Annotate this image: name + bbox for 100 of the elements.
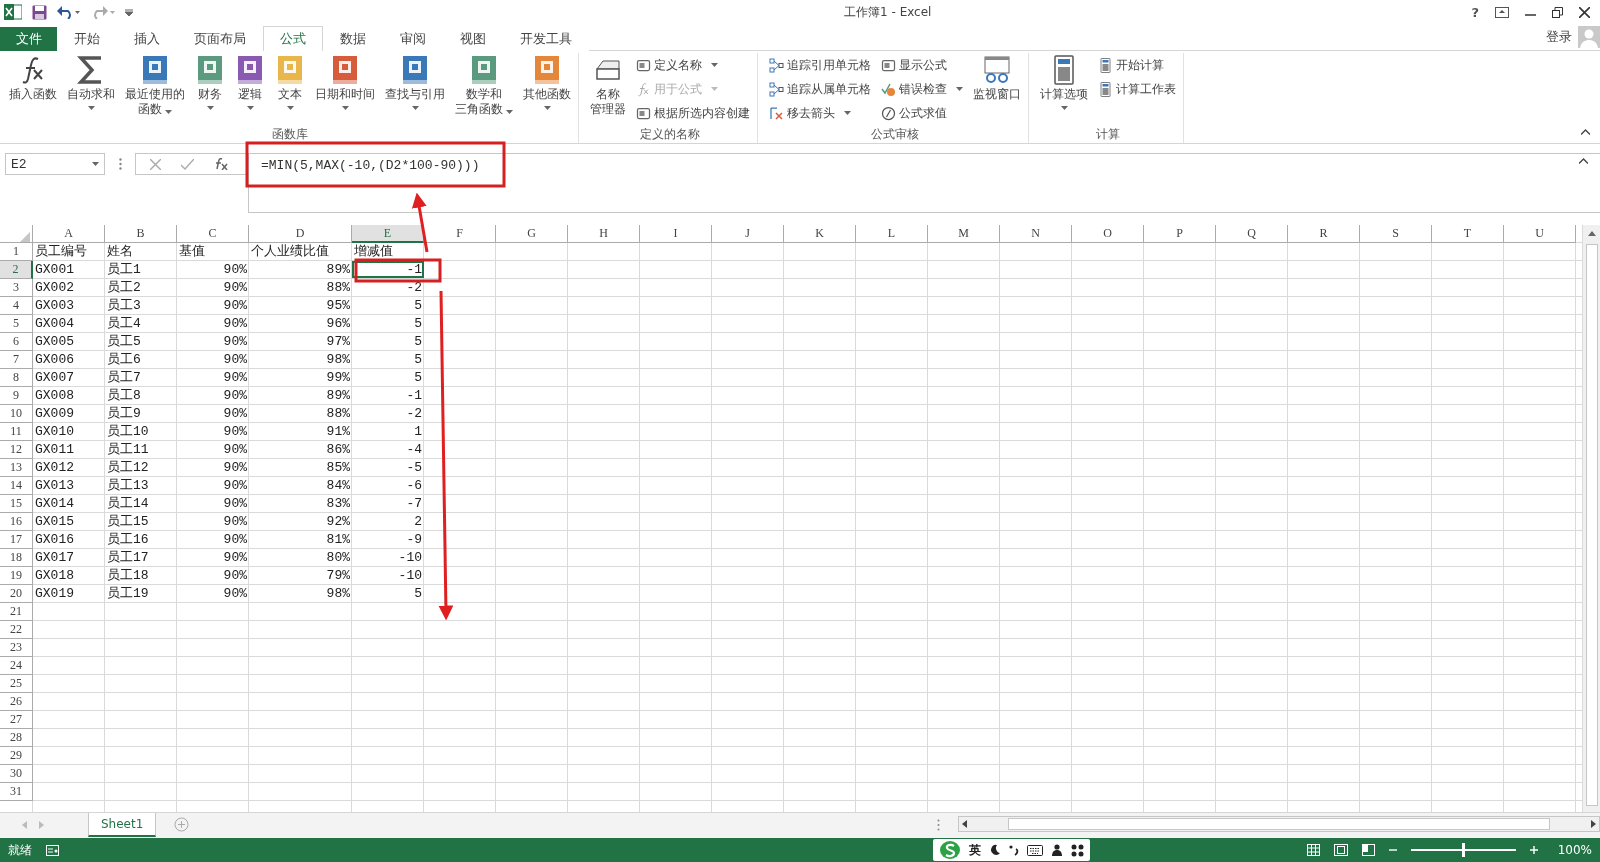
row-header[interactable]: 21 xyxy=(0,603,33,621)
page-layout-icon[interactable] xyxy=(1333,844,1348,856)
table-cell[interactable]: 96% xyxy=(249,315,352,332)
column-header[interactable]: A xyxy=(33,225,105,243)
row-header[interactable]: 29 xyxy=(0,747,33,765)
table-cell[interactable]: GX004 xyxy=(33,315,105,332)
normal-view-icon[interactable] xyxy=(1306,844,1320,856)
table-cell[interactable]: GX014 xyxy=(33,495,105,512)
column-header[interactable]: T xyxy=(1432,225,1504,243)
ribbon-button[interactable]: 其他函数 xyxy=(520,53,574,110)
table-cell[interactable]: 员工4 xyxy=(105,315,177,332)
table-cell[interactable]: GX011 xyxy=(33,441,105,458)
row-header[interactable]: 6 xyxy=(0,333,33,351)
table-cell[interactable]: 89% xyxy=(249,261,352,278)
scroll-up-icon[interactable] xyxy=(1587,231,1596,236)
column-header[interactable]: U xyxy=(1504,225,1576,243)
row-header[interactable]: 20 xyxy=(0,585,33,603)
collapse-ribbon-icon[interactable] xyxy=(1581,129,1590,135)
table-cell[interactable]: 81% xyxy=(249,531,352,548)
ribbon-button[interactable]: 追踪引用单元格 xyxy=(766,56,874,74)
table-cell[interactable]: 5 xyxy=(352,369,424,386)
table-cell[interactable]: 99% xyxy=(249,369,352,386)
table-cell[interactable]: 5 xyxy=(352,315,424,332)
column-header[interactable]: I xyxy=(640,225,712,243)
table-cell[interactable]: -9 xyxy=(352,531,424,548)
ribbon-button[interactable]: 数学和 三角函数 xyxy=(452,53,516,117)
ribbon-button[interactable]: 插入函数 xyxy=(6,53,60,102)
column-header[interactable]: J xyxy=(712,225,784,243)
ribbon-button[interactable]: 名称 管理器 xyxy=(587,53,629,117)
collapse-icon[interactable] xyxy=(1579,158,1588,164)
scroll-left-icon[interactable] xyxy=(962,820,967,828)
table-cell[interactable]: GX007 xyxy=(33,369,105,386)
ribbon-button[interactable]: 定义名称 xyxy=(633,56,753,74)
column-header[interactable]: C xyxy=(177,225,249,243)
help-button[interactable]: ? xyxy=(1471,4,1479,20)
table-cell[interactable]: 90% xyxy=(177,423,249,440)
table-cell[interactable]: 5 xyxy=(352,333,424,350)
punctuation-icon[interactable] xyxy=(1009,844,1019,856)
table-cell[interactable]: 88% xyxy=(249,279,352,296)
table-cell[interactable]: GX013 xyxy=(33,477,105,494)
table-cell[interactable]: 员工5 xyxy=(105,333,177,350)
formula-field[interactable]: =MIN(5,MAX(-10,(D2*100-90))) xyxy=(248,153,1600,213)
horizontal-scrollbar[interactable] xyxy=(958,816,1600,832)
row-header[interactable]: 18 xyxy=(0,549,33,567)
table-cell[interactable]: -2 xyxy=(352,405,424,422)
ribbon-button[interactable]: 监视窗口 xyxy=(970,53,1024,102)
zoom-out-icon[interactable] xyxy=(1388,846,1397,854)
ribbon-button[interactable]: 公式求值 xyxy=(878,104,966,122)
ribbon-button[interactable]: 最近使用的 函数 xyxy=(122,53,188,117)
row-header[interactable]: 22 xyxy=(0,621,33,639)
row-header[interactable]: 23 xyxy=(0,639,33,657)
table-cell[interactable]: 90% xyxy=(177,441,249,458)
table-cell[interactable]: 员工6 xyxy=(105,351,177,368)
ribbon-button[interactable]: 文本 xyxy=(272,53,308,110)
table-cell[interactable]: 员工编号 xyxy=(33,243,105,260)
ribbon-display-icon[interactable] xyxy=(1495,6,1509,18)
row-header[interactable]: 19 xyxy=(0,567,33,585)
restore-icon[interactable] xyxy=(1552,6,1563,18)
column-header[interactable]: K xyxy=(784,225,856,243)
ribbon-button[interactable]: 财务 xyxy=(192,53,228,110)
row-header[interactable]: 4 xyxy=(0,297,33,315)
ribbon-button[interactable]: 移去箭头 xyxy=(766,104,874,122)
ribbon-button[interactable]: 根据所选内容创建 xyxy=(633,104,753,122)
table-cell[interactable]: 90% xyxy=(177,279,249,296)
ribbon-button[interactable]: 显示公式 xyxy=(878,56,966,74)
ribbon-button[interactable]: 计算工作表 xyxy=(1095,80,1179,98)
row-header[interactable]: 30 xyxy=(0,765,33,783)
table-cell[interactable]: -2 xyxy=(352,279,424,296)
table-cell[interactable]: 90% xyxy=(177,549,249,566)
table-cell[interactable]: 2 xyxy=(352,513,424,530)
table-cell[interactable]: 增减值 xyxy=(352,243,424,260)
ribbon-button[interactable]: 逻辑 xyxy=(232,53,268,110)
table-cell[interactable]: 90% xyxy=(177,297,249,314)
table-cell[interactable]: GX001 xyxy=(33,261,105,278)
ime-logo-icon[interactable] xyxy=(939,840,961,860)
table-cell[interactable]: 90% xyxy=(177,459,249,476)
ribbon-button[interactable]: 日期和时间 xyxy=(312,53,378,110)
table-cell[interactable]: 88% xyxy=(249,405,352,422)
table-cell[interactable]: 员工3 xyxy=(105,297,177,314)
keyboard-icon[interactable] xyxy=(1027,844,1043,856)
zoom-level[interactable]: 100% xyxy=(1557,843,1592,857)
row-header[interactable]: 16 xyxy=(0,513,33,531)
column-header[interactable]: H xyxy=(568,225,640,243)
table-cell[interactable]: 员工17 xyxy=(105,549,177,566)
person-icon[interactable] xyxy=(1051,844,1063,856)
table-cell[interactable]: -1 xyxy=(352,387,424,404)
row-header[interactable]: 25 xyxy=(0,675,33,693)
table-cell[interactable]: 90% xyxy=(177,531,249,548)
table-cell[interactable]: 个人业绩比值 xyxy=(249,243,352,260)
table-cell[interactable]: 1 xyxy=(352,423,424,440)
table-cell[interactable]: 姓名 xyxy=(105,243,177,260)
table-cell[interactable]: 90% xyxy=(177,405,249,422)
table-cell[interactable]: -1 xyxy=(352,261,424,278)
table-cell[interactable]: GX005 xyxy=(33,333,105,350)
table-cell[interactable]: 90% xyxy=(177,333,249,350)
row-header[interactable]: 31 xyxy=(0,783,33,801)
splitter-icon[interactable] xyxy=(937,819,940,831)
table-cell[interactable]: -10 xyxy=(352,549,424,566)
table-cell[interactable]: GX012 xyxy=(33,459,105,476)
ribbon-button[interactable]: 开始计算 xyxy=(1095,56,1179,74)
